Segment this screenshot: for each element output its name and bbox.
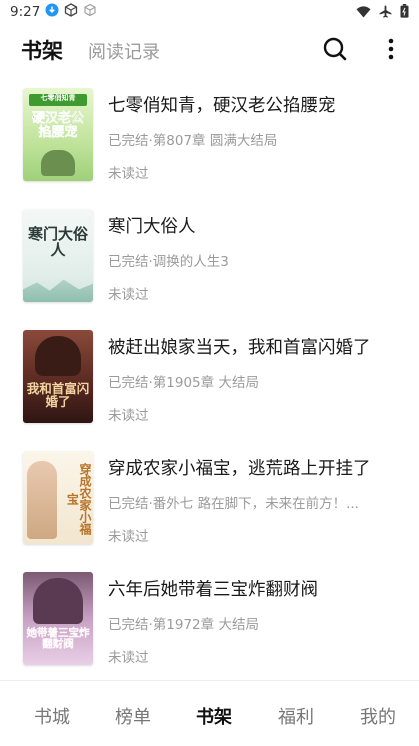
book-read-state: 未读过 <box>108 529 149 545</box>
airplane-icon <box>379 5 392 22</box>
nav-item-rankings[interactable]: 榜单 <box>115 703 151 729</box>
nav-item-bookstore[interactable]: 书城 <box>34 703 70 729</box>
nav-item-rewards[interactable]: 福利 <box>278 703 314 729</box>
header: 书架 阅读记录 <box>0 26 419 72</box>
book-cover: 穿成农家小福宝 <box>23 451 93 544</box>
book-cover: 寒门大俗人 <box>23 209 93 302</box>
cover-figure <box>27 461 57 539</box>
book-read-state: 未读过 <box>108 650 149 666</box>
book-cover: 七零俏知青 硬汉老公掐腰宠 <box>23 88 93 181</box>
nav-item-bookshelf[interactable]: 书架 <box>196 703 232 729</box>
book-read-state: 未读过 <box>108 166 149 182</box>
book-title: 六年后她带着三宝炸翻财阀 <box>108 580 318 600</box>
search-icon[interactable] <box>322 36 348 62</box>
status-time: 9:27 <box>10 4 41 20</box>
book-status: 已完结·第807章 圆满大结局 <box>108 133 278 149</box>
book-item[interactable]: 她带着三宝炸翻财阀 六年后她带着三宝炸翻财阀 已完结·第1972章 大结局 未读… <box>0 570 419 691</box>
book-title: 寒门大俗人 <box>108 217 196 237</box>
status-right <box>356 4 409 22</box>
bottom-nav: 书城 榜单 书架 福利 我的 <box>0 680 419 746</box>
book-item[interactable]: 我和首富闪婚了 被赶出娘家当天，我和首富闪婚了 已完结·第1905章 大结局 未… <box>0 328 419 449</box>
wifi-icon <box>356 5 371 22</box>
book-status: 已完结·调换的人生3 <box>108 254 229 270</box>
cover-title: 她带着三宝炸翻财阀 <box>26 627 90 651</box>
cover-figure <box>35 336 81 376</box>
status-left: 9:27 <box>10 3 97 21</box>
cover-figure <box>41 150 75 176</box>
book-read-state: 未读过 <box>108 408 149 424</box>
box-icon <box>64 3 78 21</box>
cover-title: 我和首富闪婚了 <box>26 381 90 410</box>
book-read-state: 未读过 <box>108 287 149 303</box>
box-outline-icon <box>83 3 97 21</box>
book-cover: 她带着三宝炸翻财阀 <box>23 572 93 665</box>
more-vertical-icon[interactable] <box>381 36 401 62</box>
tab-bookshelf[interactable]: 书架 <box>21 35 63 65</box>
book-item[interactable]: 寒门大俗人 寒门大俗人 已完结·调换的人生3 未读过 <box>0 207 419 328</box>
book-list: 七零俏知青 硬汉老公掐腰宠 七零俏知青，硬汉老公掐腰宠 已完结·第807章 圆满… <box>0 86 419 691</box>
cover-badge: 七零俏知青 <box>40 94 76 102</box>
cover-figure <box>33 578 83 624</box>
book-status: 已完结·第1972章 大结局 <box>108 617 259 633</box>
status-bar: 9:27 <box>0 0 419 24</box>
cover-title: 寒门大俗人 <box>27 225 88 259</box>
cover-title: 硬汉老公掐腰宠 <box>31 111 84 140</box>
tab-reading-history[interactable]: 阅读记录 <box>88 38 160 64</box>
book-cover: 我和首富闪婚了 <box>23 330 93 423</box>
book-title: 穿成农家小福宝，逃荒路上开挂了 <box>108 459 371 479</box>
battery-icon <box>400 4 409 22</box>
book-status: 已完结·第1905章 大结局 <box>108 375 259 391</box>
cover-title: 穿成农家小福宝 <box>65 463 92 535</box>
book-item[interactable]: 穿成农家小福宝 穿成农家小福宝，逃荒路上开挂了 已完结·番外七 路在脚下，未来在… <box>0 449 419 570</box>
download-badge-icon <box>45 3 59 21</box>
nav-item-me[interactable]: 我的 <box>360 703 396 729</box>
book-item[interactable]: 七零俏知青 硬汉老公掐腰宠 七零俏知青，硬汉老公掐腰宠 已完结·第807章 圆满… <box>0 86 419 207</box>
cover-mountain <box>23 279 93 302</box>
book-status: 已完结·番外七 路在脚下，未来在前方！... <box>108 496 359 512</box>
book-title: 七零俏知青，硬汉老公掐腰宠 <box>108 96 336 116</box>
book-title: 被赶出娘家当天，我和首富闪婚了 <box>108 338 371 358</box>
